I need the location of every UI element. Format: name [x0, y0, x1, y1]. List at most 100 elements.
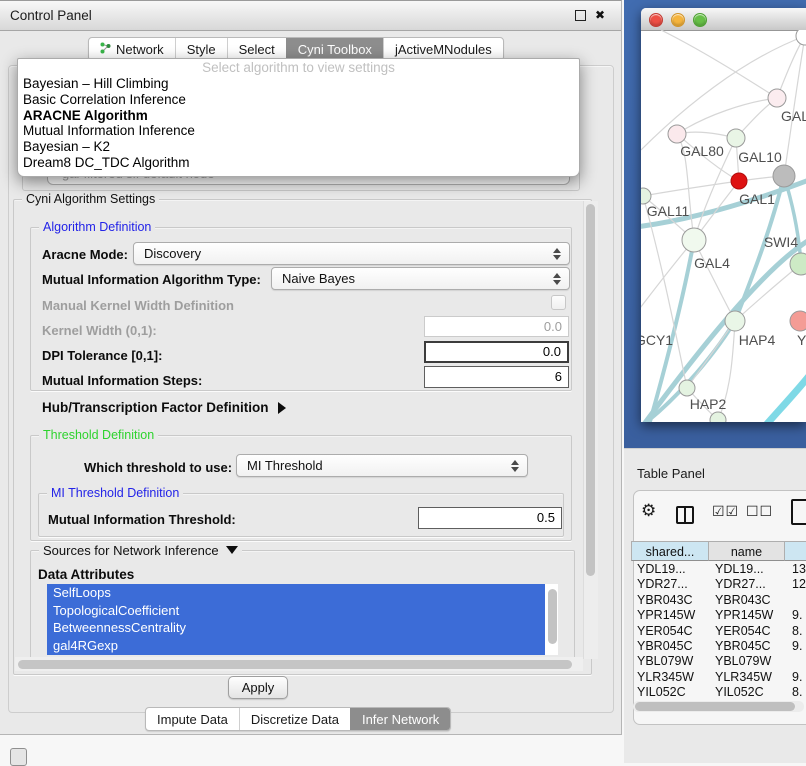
- table-row[interactable]: YDR27...YDR27...12: [631, 577, 806, 592]
- tab-label: Infer Network: [362, 712, 439, 727]
- table-cell: YBR045C: [631, 639, 709, 654]
- dpi-tolerance-field[interactable]: 0.0: [424, 341, 569, 363]
- table-cell: YDL19...: [709, 562, 786, 577]
- algorithm-prompt: Select algorithm to view settings: [18, 60, 579, 76]
- table-row[interactable]: YPR145WYPR145W9.: [631, 608, 806, 623]
- algorithm-option[interactable]: Basic Correlation Inference: [18, 92, 579, 108]
- network-node[interactable]: [773, 165, 795, 187]
- table-cell: YLR345W: [709, 670, 786, 685]
- network-node-hap4[interactable]: [725, 311, 745, 331]
- table-row[interactable]: YDL19...YDL19...13: [631, 562, 806, 577]
- table-row[interactable]: YIL052CYIL052C8.: [631, 685, 806, 700]
- tab-label: Select: [239, 42, 275, 57]
- tab-discretize-data[interactable]: Discretize Data: [239, 708, 350, 730]
- mi-steps-field[interactable]: 6: [424, 366, 569, 388]
- network-node-label: GAL80: [680, 143, 724, 159]
- close-icon[interactable]: ✖: [595, 9, 605, 21]
- kernel-width-field[interactable]: 0.0: [424, 316, 569, 337]
- column-header[interactable]: name: [708, 541, 785, 561]
- table-cell: 13: [786, 562, 806, 577]
- table-cell: YDR27...: [709, 577, 786, 592]
- table-row[interactable]: YLR345WYLR345W9.: [631, 670, 806, 685]
- which-threshold-combo[interactable]: MI Threshold: [236, 454, 528, 477]
- column-header[interactable]: [784, 541, 806, 561]
- control-panel-titlebar: Control Panel ✖: [0, 1, 621, 31]
- network-node-y[interactable]: [790, 311, 806, 331]
- network-canvas[interactable]: GALGAL80GAL10GAL1GAL11SWI4GAL4GCY1HAP4YH…: [641, 30, 806, 422]
- table-cell: 9.: [786, 608, 806, 623]
- hub-definition-label: Hub/Transcription Factor Definition: [42, 400, 269, 415]
- split-columns-icon[interactable]: [676, 506, 694, 524]
- minimized-panel-icon[interactable]: [10, 748, 27, 766]
- table-row[interactable]: YBR045CYBR045C9.: [631, 639, 806, 654]
- column-header[interactable]: shared...: [631, 541, 709, 561]
- network-node[interactable]: [796, 30, 806, 45]
- minimize-traffic-light[interactable]: [671, 13, 685, 27]
- table-cell: YDR27...: [631, 577, 709, 592]
- algorithm-option[interactable]: Dream8 DC_TDC Algorithm: [18, 155, 579, 171]
- select-all-checkboxes-icon[interactable]: ☑☑: [712, 504, 739, 520]
- table-header-row: shared...name: [631, 541, 806, 562]
- table-cell: YDL19...: [631, 562, 709, 577]
- deselect-all-checkboxes-icon[interactable]: ☐☐: [746, 504, 773, 520]
- group-title: MI Threshold Definition: [47, 486, 183, 500]
- table-cell: [786, 654, 806, 669]
- collapsed-arrow-icon: [278, 402, 286, 414]
- manual-kernel-width-label: Manual Kernel Width Definition: [42, 298, 234, 313]
- algorithm-option[interactable]: ARACNE Algorithm: [18, 108, 579, 124]
- tab-infer-network[interactable]: Infer Network: [350, 708, 450, 730]
- sources-title-label: Sources for Network Inference: [43, 543, 219, 558]
- apply-button[interactable]: Apply: [228, 676, 288, 699]
- network-node-gal1[interactable]: [731, 173, 747, 189]
- settings-hscrollbar-thumb[interactable]: [18, 660, 572, 669]
- table-cell: 9.: [786, 639, 806, 654]
- manual-kernel-width-checkbox[interactable]: [551, 295, 566, 310]
- data-attribute-item[interactable]: gal4RGexp: [47, 637, 545, 655]
- settings-vscrollbar-thumb[interactable]: [586, 204, 595, 576]
- algorithm-option[interactable]: Bayesian – K2: [18, 139, 579, 155]
- data-attribute-item[interactable]: TopologicalCoefficient: [47, 602, 545, 620]
- network-node-gal4[interactable]: [682, 228, 706, 252]
- float-window-icon[interactable]: [575, 10, 586, 21]
- tab-impute-data[interactable]: Impute Data: [146, 708, 239, 730]
- tab-select[interactable]: Select: [227, 38, 286, 60]
- network-node-gal[interactable]: [768, 89, 786, 107]
- table-hscrollbar-thumb[interactable]: [635, 702, 795, 711]
- data-attributes-list[interactable]: SelfLoopsTopologicalCoefficientBetweenne…: [47, 584, 545, 655]
- algorithm-option[interactable]: Bayesian – Hill Climbing: [18, 76, 579, 92]
- network-node-hap2[interactable]: [679, 380, 695, 396]
- table-cell: 8.: [786, 685, 806, 700]
- table-row[interactable]: YBR043CYBR043C: [631, 593, 806, 608]
- gear-icon[interactable]: ⚙: [641, 503, 656, 520]
- algorithm-dropdown-popup: Select algorithm to view settings Bayesi…: [17, 58, 580, 177]
- data-attribute-item[interactable]: SelfLoops: [47, 584, 545, 602]
- network-node-gal10[interactable]: [727, 129, 745, 147]
- table-body: YDL19...YDL19...13YDR27...YDR27...12YBR0…: [631, 562, 806, 709]
- data-attribute-item[interactable]: BetweennessCentrality: [47, 619, 545, 637]
- new-table-icon[interactable]: [791, 499, 806, 525]
- network-node-gal80[interactable]: [668, 125, 686, 143]
- tab-network[interactable]: Network: [89, 38, 175, 60]
- network-node[interactable]: [710, 412, 726, 422]
- sources-group-title[interactable]: Sources for Network Inference: [39, 543, 242, 558]
- mi-threshold-field[interactable]: 0.5: [418, 507, 562, 529]
- group-title: Threshold Definition: [39, 428, 158, 442]
- network-node-label: HAP2: [690, 396, 727, 412]
- hub-definition-toggle[interactable]: Hub/Transcription Factor Definition: [42, 400, 286, 415]
- table-panel: Table Panel ⚙ ☑☑ ☐☐ shared...name YDL19.…: [624, 448, 806, 763]
- close-traffic-light[interactable]: [649, 13, 663, 27]
- tab-style[interactable]: Style: [175, 38, 227, 60]
- algorithm-option[interactable]: Mutual Information Inference: [18, 123, 579, 139]
- table-row[interactable]: YER054CYER054C8.: [631, 624, 806, 639]
- table-cell: 9.: [786, 670, 806, 685]
- tab-cyni-toolbox[interactable]: Cyni Toolbox: [286, 38, 383, 60]
- table-row[interactable]: YBL079WYBL079W: [631, 654, 806, 669]
- network-window-titlebar[interactable]: [641, 8, 806, 31]
- network-node-label: SWI4: [764, 234, 798, 250]
- tab-jactivemnodules[interactable]: jActiveMNodules: [383, 38, 503, 60]
- maximize-traffic-light[interactable]: [693, 13, 707, 27]
- list-scrollbar-thumb[interactable]: [548, 589, 557, 644]
- aracne-mode-combo[interactable]: Discovery: [133, 242, 570, 265]
- mi-algorithm-type-combo[interactable]: Naive Bayes: [271, 267, 570, 290]
- expanded-arrow-icon: [226, 546, 238, 554]
